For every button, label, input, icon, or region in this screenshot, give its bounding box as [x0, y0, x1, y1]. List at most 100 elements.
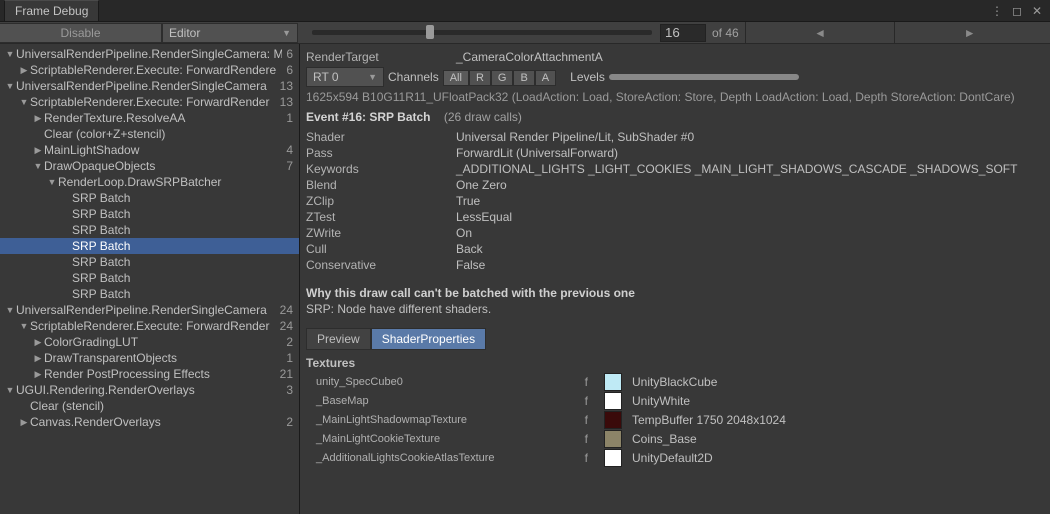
- texture-name: _AdditionalLightsCookieAtlasTexture: [306, 452, 564, 464]
- expand-arrow-icon[interactable]: ▼: [4, 305, 16, 315]
- texture-flag: f: [564, 432, 604, 446]
- tree-row[interactable]: ▶MainLightShadow4: [0, 142, 299, 158]
- tree-row[interactable]: ▼UGUI.Rendering.RenderOverlays3: [0, 382, 299, 398]
- prop-value: On: [456, 226, 472, 240]
- levels-slider[interactable]: [609, 74, 799, 80]
- prop-value: One Zero: [456, 178, 507, 192]
- expand-arrow-icon[interactable]: ▶: [32, 145, 44, 156]
- tree-count: 13: [276, 79, 293, 93]
- tree-label: DrawOpaqueObjects: [44, 159, 282, 173]
- tree-row[interactable]: ▶Canvas.RenderOverlays2: [0, 414, 299, 430]
- tree-label: SRP Batch: [72, 223, 289, 237]
- next-button[interactable]: ►: [894, 22, 1044, 44]
- tree-row[interactable]: ▼ScriptableRenderer.Execute: ForwardRend…: [0, 318, 299, 334]
- expand-arrow-icon[interactable]: ▼: [32, 161, 44, 171]
- channel-all[interactable]: All: [443, 70, 469, 86]
- tree-row[interactable]: ▼UniversalRenderPipeline.RenderSingleCam…: [0, 302, 299, 318]
- expand-arrow-icon[interactable]: ▼: [4, 49, 16, 59]
- expand-arrow-icon[interactable]: ▶: [18, 65, 30, 76]
- texture-flag: f: [564, 451, 604, 465]
- channel-a[interactable]: A: [535, 70, 556, 86]
- tree-label: ScriptableRenderer.Execute: ForwardRende…: [30, 63, 282, 77]
- prop-value: LessEqual: [456, 210, 512, 224]
- tree-row[interactable]: ▶RenderTexture.ResolveAA1: [0, 110, 299, 126]
- tree-label: Clear (stencil): [30, 399, 289, 413]
- tree-count: 7: [282, 159, 293, 173]
- levels-label: Levels: [570, 70, 605, 84]
- tree-label: SRP Batch: [72, 255, 289, 269]
- rendertarget-value: _CameraColorAttachmentA: [456, 50, 603, 64]
- texture-flag: f: [564, 375, 604, 389]
- texture-name: _MainLightCookieTexture: [306, 433, 564, 445]
- expand-arrow-icon[interactable]: ▶: [32, 113, 44, 124]
- event-index-input[interactable]: [660, 24, 706, 42]
- expand-arrow-icon[interactable]: ▶: [32, 353, 44, 364]
- tree-count: 4: [282, 143, 293, 157]
- expand-arrow-icon[interactable]: ▼: [46, 177, 58, 187]
- tree-row[interactable]: SRP Batch: [0, 206, 299, 222]
- texture-row[interactable]: _MainLightShadowmapTexturefTempBuffer 17…: [306, 410, 1044, 429]
- texture-value: TempBuffer 1750 2048x1024: [632, 413, 786, 427]
- texture-row[interactable]: _BaseMapfUnityWhite: [306, 391, 1044, 410]
- tree-row[interactable]: SRP Batch: [0, 238, 299, 254]
- tree-row[interactable]: Clear (color+Z+stencil): [0, 126, 299, 142]
- rt-meta: 1625x594 B10G11R11_UFloatPack32 (LoadAct…: [306, 90, 1044, 104]
- prev-button[interactable]: ◄: [745, 22, 895, 44]
- event-tree[interactable]: ▼UniversalRenderPipeline.RenderSingleCam…: [0, 44, 300, 514]
- prop-key: ZClip: [306, 194, 456, 208]
- expand-arrow-icon[interactable]: ▼: [18, 321, 30, 331]
- tree-row[interactable]: ▼UniversalRenderPipeline.RenderSingleCam…: [0, 46, 299, 62]
- title-bar: Frame Debug ⋮ ◻ ✕: [0, 0, 1050, 22]
- tree-label: SRP Batch: [72, 207, 289, 221]
- texture-name: _MainLightShadowmapTexture: [306, 414, 564, 426]
- texture-value: UnityBlackCube: [632, 375, 717, 389]
- tree-row[interactable]: ▼DrawOpaqueObjects7: [0, 158, 299, 174]
- prop-key: Cull: [306, 242, 456, 256]
- tree-label: UGUI.Rendering.RenderOverlays: [16, 383, 282, 397]
- tree-row[interactable]: Clear (stencil): [0, 398, 299, 414]
- close-icon[interactable]: ✕: [1030, 4, 1044, 18]
- texture-value: UnityWhite: [632, 394, 690, 408]
- tree-label: ScriptableRenderer.Execute: ForwardRende…: [30, 95, 276, 109]
- tree-row[interactable]: ▶Render PostProcessing Effects21: [0, 366, 299, 382]
- tab-shaderproperties[interactable]: ShaderProperties: [371, 328, 486, 350]
- tree-row[interactable]: SRP Batch: [0, 286, 299, 302]
- expand-arrow-icon[interactable]: ▶: [18, 417, 30, 428]
- tab-preview[interactable]: Preview: [306, 328, 371, 350]
- tree-row[interactable]: ▶ScriptableRenderer.Execute: ForwardRend…: [0, 62, 299, 78]
- tree-row[interactable]: ▼ScriptableRenderer.Execute: ForwardRend…: [0, 94, 299, 110]
- texture-row[interactable]: unity_SpecCube0fUnityBlackCube: [306, 372, 1044, 391]
- tree-row[interactable]: SRP Batch: [0, 190, 299, 206]
- kebab-icon[interactable]: ⋮: [990, 4, 1004, 18]
- texture-row[interactable]: _MainLightCookieTexturef Coins_Base: [306, 429, 1044, 448]
- tree-label: UniversalRenderPipeline.RenderSingleCame…: [16, 303, 276, 317]
- expand-arrow-icon[interactable]: ▼: [4, 81, 16, 91]
- channel-r[interactable]: R: [469, 70, 491, 86]
- texture-name: _BaseMap: [306, 395, 564, 407]
- tree-row[interactable]: ▶DrawTransparentObjects1: [0, 350, 299, 366]
- target-dropdown[interactable]: Editor▼: [162, 23, 298, 43]
- event-slider[interactable]: [312, 30, 652, 35]
- channel-b[interactable]: B: [513, 70, 534, 86]
- texture-value: Coins_Base: [632, 432, 697, 446]
- undock-icon[interactable]: ◻: [1010, 4, 1024, 18]
- tree-row[interactable]: ▼RenderLoop.DrawSRPBatcher: [0, 174, 299, 190]
- tree-row[interactable]: SRP Batch: [0, 270, 299, 286]
- channel-g[interactable]: G: [491, 70, 514, 86]
- expand-arrow-icon[interactable]: ▼: [18, 97, 30, 107]
- expand-arrow-icon[interactable]: ▶: [32, 337, 44, 348]
- expand-arrow-icon[interactable]: ▶: [32, 369, 44, 380]
- rt-dropdown[interactable]: RT 0▼: [306, 67, 384, 87]
- texture-row[interactable]: _AdditionalLightsCookieAtlasTexturefUnit…: [306, 448, 1044, 467]
- window-tab[interactable]: Frame Debug: [4, 0, 99, 21]
- expand-arrow-icon[interactable]: ▼: [4, 385, 16, 395]
- tree-count: 6: [282, 63, 293, 77]
- tree-label: ScriptableRenderer.Execute: ForwardRende…: [30, 319, 276, 333]
- tree-label: Render PostProcessing Effects: [44, 367, 276, 381]
- disable-button[interactable]: Disable: [0, 23, 162, 43]
- tree-row[interactable]: SRP Batch: [0, 254, 299, 270]
- tree-count: 1: [282, 111, 293, 125]
- tree-row[interactable]: ▶ColorGradingLUT2: [0, 334, 299, 350]
- tree-row[interactable]: SRP Batch: [0, 222, 299, 238]
- tree-row[interactable]: ▼UniversalRenderPipeline.RenderSingleCam…: [0, 78, 299, 94]
